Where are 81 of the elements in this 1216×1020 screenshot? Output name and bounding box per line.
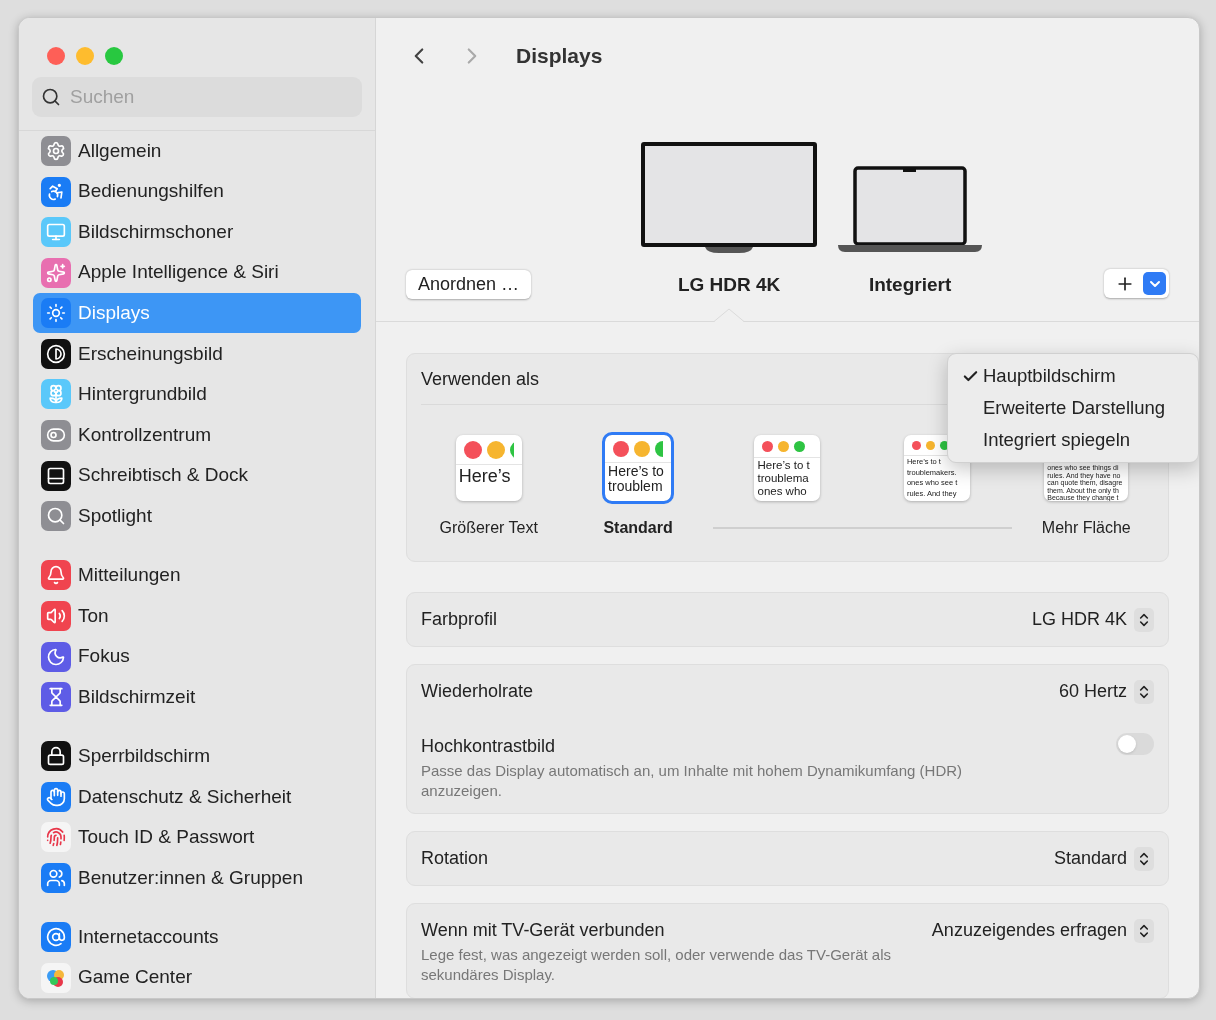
- setting-label: Rotation: [421, 847, 489, 870]
- popup-button[interactable]: 60 Hertz: [1058, 678, 1154, 705]
- menu-item[interactable]: Hauptbildschirm: [948, 360, 1198, 392]
- sidebar-item[interactable]: Kontrollzentrum: [33, 415, 361, 456]
- resolution-thumbnail[interactable]: Here’s to t troublema ones who: [754, 435, 821, 501]
- dock-icon: [41, 460, 71, 491]
- sidebar-item[interactable]: Sperrbildschirm: [33, 736, 361, 777]
- stepper-icon: [1134, 607, 1154, 632]
- resolution-label: Standard: [603, 518, 673, 538]
- sidebar-item[interactable]: Allgemein: [33, 130, 361, 171]
- stepper-icon: [1134, 918, 1154, 943]
- toggle-switch[interactable]: [1116, 733, 1154, 755]
- sidebar-item[interactable]: Ton: [33, 595, 361, 636]
- sidebar-item[interactable]: Datenschutz & Sicherheit: [33, 776, 361, 817]
- stepper-icon: [1134, 846, 1154, 871]
- hand-icon: [41, 781, 71, 812]
- users-icon: [41, 863, 71, 893]
- sidebar-item[interactable]: Mitteilungen: [33, 555, 361, 596]
- magnifier-icon: [41, 501, 71, 532]
- popup-button[interactable]: Standard: [1053, 845, 1154, 872]
- zoom-button[interactable]: [105, 47, 123, 65]
- setting-label: Wenn mit TV-Gerät verbunden: [421, 919, 665, 942]
- preview-text: ones who: [757, 485, 808, 498]
- sidebar-item[interactable]: Hintergrundbild: [33, 374, 361, 415]
- minimize-button[interactable]: [76, 47, 94, 65]
- arrange-button[interactable]: Anordnen …: [406, 270, 532, 299]
- accessibility-icon: [41, 176, 71, 207]
- preview-text: troublem: [608, 479, 664, 494]
- sidebar-item[interactable]: Erscheinungsbild: [33, 333, 361, 374]
- sidebar-item[interactable]: Spotlight: [33, 496, 361, 537]
- sidebar-item[interactable]: Bildschirmschoner: [33, 212, 361, 253]
- speaker-icon: [41, 600, 71, 631]
- preview-text: Here’s: [458, 466, 512, 486]
- resolution-label: Größerer Text: [439, 518, 538, 538]
- sidebar-item[interactable]: Schreibtisch & Dock: [33, 455, 361, 496]
- add-display-button[interactable]: [1104, 269, 1169, 298]
- close-button[interactable]: [47, 47, 65, 65]
- stepper-icon: [1134, 679, 1154, 704]
- sidebar-item[interactable]: Bildschirmzeit: [33, 677, 361, 718]
- at-sign-icon: [41, 922, 71, 953]
- fingerprint-icon: [41, 822, 71, 853]
- sidebar-item[interactable]: Benutzer:innen & Gruppen: [33, 858, 361, 898]
- sidebar-item[interactable]: Apple Intelligence & Siri: [33, 252, 361, 293]
- toggle-icon: [41, 420, 71, 451]
- setting-label: Verwenden als: [421, 367, 540, 391]
- resolution-thumbnail[interactable]: Here’s: [455, 435, 522, 501]
- gear-icon: [41, 135, 71, 166]
- chevron-down-icon: [1143, 272, 1166, 295]
- bubbles-icon: [41, 962, 71, 993]
- sidebar-item[interactable]: Fokus: [33, 636, 361, 677]
- contrast-icon: [41, 338, 71, 369]
- search-icon: [41, 86, 61, 107]
- monitor-icon: [41, 217, 71, 248]
- resolution-label: Mehr Fläche: [1041, 518, 1131, 538]
- sidebar-item[interactable]: Touch ID & Passwort: [33, 817, 361, 858]
- setting-description: Lege fest, was angezeigt werden soll, oder verwende das TV-Gerät als sekundäres Display.: [421, 945, 892, 985]
- menu-item[interactable]: Erweiterte Darstellung: [948, 392, 1198, 424]
- moon-icon: [41, 641, 71, 672]
- lock-icon: [41, 741, 71, 772]
- setting-label: Farbprofil: [421, 608, 498, 631]
- bell-icon: [41, 560, 71, 591]
- display-label[interactable]: LG HDR 4K: [677, 270, 781, 299]
- preview-text: troublema: [757, 472, 810, 485]
- sidebar-item[interactable]: Bedienungshilfen: [33, 171, 361, 212]
- preview-text: Here’s to t: [757, 459, 811, 472]
- sidebar-item[interactable]: Internetaccounts: [33, 917, 361, 958]
- sidebar-item[interactable]: Game Center: [33, 957, 361, 998]
- sun-icon: [41, 298, 71, 329]
- sparkle-icon: [41, 257, 71, 288]
- display-label[interactable]: Integriert: [868, 270, 952, 299]
- resolution-thumbnail[interactable]: Here’s to troublem: [605, 435, 672, 501]
- setting-label: Hochkontrastbild: [421, 735, 556, 758]
- hourglass-icon: [41, 682, 71, 713]
- setting-description: Passe das Display automatisch an, um Inhalte mit hohem Dynamikumfang (HDR) anzuzeigen.: [421, 761, 964, 801]
- popup-button[interactable]: Anzuzeigendes erfragen: [931, 917, 1154, 944]
- flower-icon: [41, 379, 71, 410]
- setting-label: Wiederholrate: [421, 680, 534, 703]
- preview-text: Here’s to: [608, 464, 665, 479]
- popup-button[interactable]: LG HDR 4K: [1031, 606, 1154, 633]
- window-title: Displays: [516, 42, 603, 69]
- search-field[interactable]: Suchen: [32, 76, 362, 117]
